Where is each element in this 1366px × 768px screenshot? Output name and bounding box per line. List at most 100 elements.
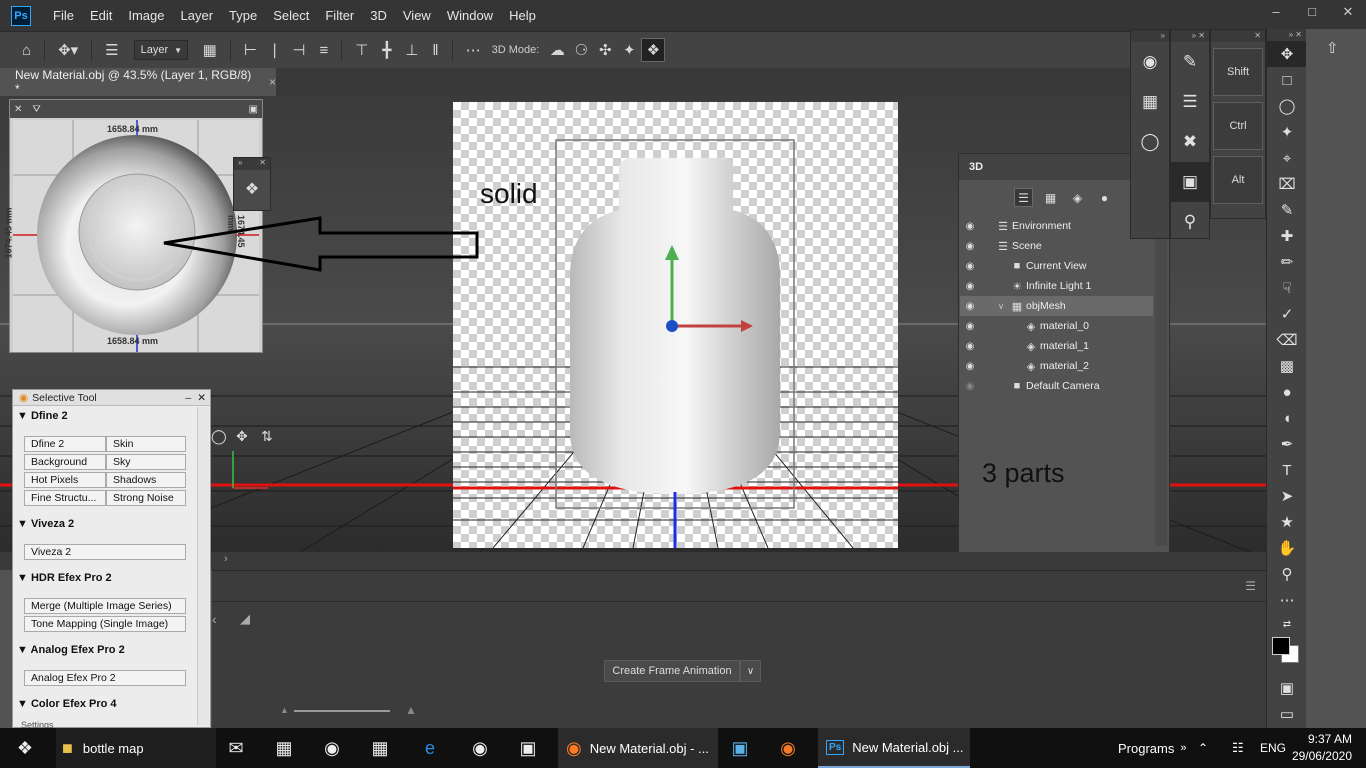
menu-layer[interactable]: Layer — [173, 8, 222, 23]
visibility-eye-icon[interactable]: ◉ — [960, 221, 980, 232]
home-icon[interactable]: ⌂ — [22, 42, 31, 59]
selective-scrollbar[interactable] — [197, 407, 209, 725]
store-icon[interactable]: ▦ — [264, 728, 304, 768]
shape-tool-icon[interactable]: ★ — [1267, 509, 1307, 535]
history-brush-icon[interactable]: ✓ — [1267, 301, 1307, 327]
close-window-button[interactable]: ✕ — [1330, 0, 1366, 24]
close-tab-icon[interactable]: × — [269, 75, 276, 89]
roll-icon[interactable]: ⚆ — [569, 38, 593, 62]
menu-type[interactable]: Type — [221, 8, 265, 23]
dfine-button[interactable]: Dfine 2 — [24, 436, 106, 452]
share-icon[interactable]: ⇧ — [1326, 39, 1339, 57]
align-vcenter-icon[interactable]: ╋ — [382, 41, 391, 59]
chevron-right-icon[interactable]: › — [224, 553, 228, 565]
zoom-out-icon[interactable]: ▲ — [280, 705, 289, 715]
edge-icon[interactable]: e — [410, 728, 450, 768]
close-icon[interactable]: ✕ — [197, 392, 206, 404]
transform-controls-icon[interactable]: ▦ — [203, 41, 217, 59]
crop-tool-icon[interactable]: ⌖ — [1267, 145, 1307, 171]
row-current-view[interactable]: ◉ ■ Current View — [960, 256, 1153, 276]
align-bottom-icon[interactable]: ⊥ — [405, 41, 418, 59]
row-material-0[interactable]: ◉ ◈ material_0 — [960, 316, 1153, 336]
photos-icon[interactable]: ▣ — [508, 728, 548, 768]
menu-select[interactable]: Select — [265, 8, 317, 23]
row-material-2[interactable]: ◉ ◈ material_2 — [960, 356, 1153, 376]
grid-icon[interactable]: ▦ — [1131, 82, 1169, 122]
auto-select-icon[interactable]: ☰ — [105, 41, 118, 59]
layer-select[interactable]: Layer ▼ — [133, 40, 188, 60]
row-infinite-light[interactable]: ◉ ☀ Infinite Light 1 — [960, 276, 1153, 296]
close-icon[interactable]: ✕ — [1211, 30, 1265, 42]
document-tab[interactable]: New Material.obj @ 43.5% (Layer 1, RGB/8… — [0, 68, 276, 96]
eyedropper-icon[interactable]: ✎ — [1267, 197, 1307, 223]
menu-window[interactable]: Window — [439, 8, 501, 23]
save-icon[interactable]: ⛛ — [32, 104, 40, 115]
skin-button[interactable]: Skin — [106, 436, 186, 452]
palette-icon[interactable]: ◉ — [1131, 42, 1169, 82]
section-analog-efex[interactable]: ▼ Analog Efex Pro 2 — [17, 644, 125, 656]
swap-colors-icon[interactable]: ⇄ — [1267, 613, 1307, 635]
move-tool-icon[interactable]: ✥ — [1267, 41, 1307, 67]
3d-cube-icon[interactable]: ▣ — [1171, 162, 1209, 202]
merge-button[interactable]: Merge (Multiple Image Series) — [24, 598, 186, 614]
adjustments-icon[interactable]: ☰ — [1171, 82, 1209, 122]
orbit-icon[interactable]: ☁ — [545, 38, 569, 62]
viveza-button[interactable]: Viveza 2 — [24, 544, 186, 560]
eraser-tool-icon[interactable]: ⌫ — [1267, 327, 1307, 353]
frame-tool-icon[interactable]: ⌧ — [1267, 171, 1307, 197]
3d-object-icon[interactable]: ❖ — [234, 170, 270, 208]
menu-filter[interactable]: Filter — [317, 8, 362, 23]
tone-mapping-button[interactable]: Tone Mapping (Single Image) — [24, 616, 186, 632]
shadows-button[interactable]: Shadows — [106, 472, 186, 488]
chevron-down-icon[interactable]: ∨ — [994, 301, 1008, 312]
more-tools-icon[interactable]: ⋯ — [1267, 587, 1307, 613]
visibility-eye-icon[interactable]: ◉ — [960, 281, 980, 292]
row-material-1[interactable]: ◉ ◈ material_1 — [960, 336, 1153, 356]
calendar-icon[interactable]: ▦ — [360, 728, 400, 768]
timeline-convert-icon[interactable]: ◢ — [240, 611, 250, 627]
visibility-eye-icon[interactable]: ◉ — [960, 341, 980, 352]
timeline-zoom-slider[interactable] — [294, 710, 390, 712]
section-hdr-efex[interactable]: ▼ HDR Efex Pro 2 — [17, 572, 112, 584]
chevron-down-icon[interactable]: ∨ — [740, 660, 761, 682]
type-tool-icon[interactable]: T — [1267, 457, 1307, 483]
distribute-icon[interactable]: ‖ — [432, 42, 438, 59]
brush-icon[interactable]: ✎ — [1171, 42, 1209, 82]
expand-icon[interactable]: » ✕ — [1171, 30, 1209, 42]
light-icon[interactable]: ☀ — [691, 102, 704, 116]
3d-panel-title[interactable]: 3D — [969, 161, 983, 173]
chevron-up-icon[interactable]: ⌃ — [1198, 728, 1208, 768]
lasso-tool-icon[interactable]: ◯ — [1267, 93, 1307, 119]
hand-tool-icon[interactable]: ✋ — [1267, 535, 1307, 561]
menu-edit[interactable]: Edit — [82, 8, 120, 23]
ctrl-key-button[interactable]: Ctrl — [1213, 102, 1263, 150]
more-options-icon[interactable]: ⋯ — [466, 41, 481, 59]
stamp-tool-icon[interactable]: ☟ — [1267, 275, 1307, 301]
lights-filter-icon[interactable]: ● — [1095, 188, 1114, 207]
move-tool-icon[interactable]: ✥▾ — [58, 41, 78, 59]
menu-image[interactable]: Image — [120, 8, 172, 23]
expand-icon[interactable]: » — [238, 158, 242, 170]
fine-structure-button[interactable]: Fine Structu... — [24, 490, 106, 506]
windows-start-icon[interactable]: ❖ — [5, 728, 45, 768]
pen-tool-icon[interactable]: ✒ — [1267, 431, 1307, 457]
paths-icon[interactable]: ⚲ — [1171, 202, 1209, 242]
section-color-efex[interactable]: ▼ Color Efex Pro 4 — [17, 698, 117, 710]
tools-icon[interactable]: ✖ — [1171, 122, 1209, 162]
pan-icon[interactable]: ✣ — [593, 38, 617, 62]
analog-efex-button[interactable]: Analog Efex Pro 2 — [24, 670, 186, 686]
programs-toolbar[interactable]: Programs » — [1118, 728, 1186, 768]
mail-icon[interactable]: ✉ — [216, 728, 256, 768]
foreground-color-swatch[interactable] — [1272, 637, 1290, 655]
shift-key-button[interactable]: Shift — [1213, 48, 1263, 96]
minimize-icon[interactable]: – — [185, 392, 191, 404]
menu-3d[interactable]: 3D — [362, 8, 395, 23]
magic-wand-icon[interactable]: ✦ — [1267, 119, 1307, 145]
materials-filter-icon[interactable]: ◈ — [1068, 188, 1087, 207]
maximize-button[interactable]: □ — [1294, 0, 1330, 24]
align-right-icon[interactable]: ⊣ — [292, 41, 305, 59]
app-icon[interactable]: ▣ — [720, 728, 760, 768]
strong-noise-button[interactable]: Strong Noise — [106, 490, 186, 506]
menu-help[interactable]: Help — [501, 8, 544, 23]
healing-brush-icon[interactable]: ✚ — [1267, 223, 1307, 249]
